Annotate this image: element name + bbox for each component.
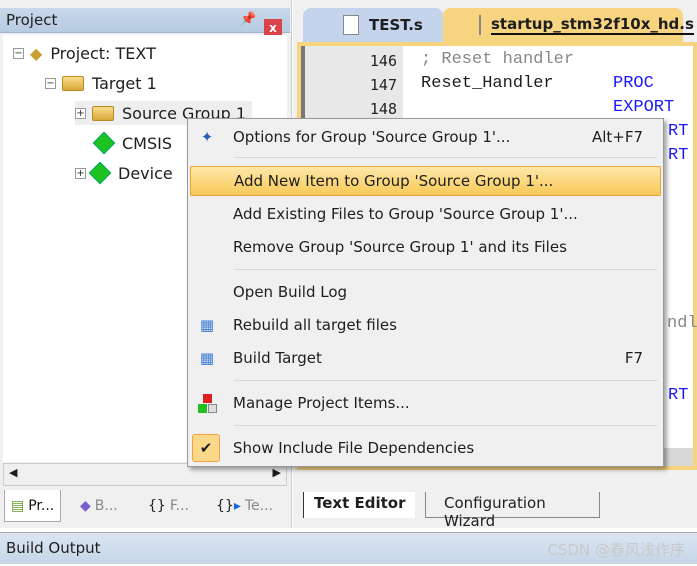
tab-text-editor[interactable]: Text Editor (303, 492, 416, 518)
scroll-right-icon[interactable]: ▶ (273, 466, 281, 479)
menu-item-add-new-item[interactable]: Add New Item to Group 'Source Group 1'..… (190, 166, 661, 196)
tree-node-device[interactable]: + Device (75, 161, 173, 185)
tree-label: Device (118, 163, 173, 183)
folder-icon (92, 105, 114, 121)
watermark: CSDN @春风浅作序 (547, 541, 685, 559)
collapse-icon[interactable]: − (13, 47, 24, 59)
menu-item-remove-group[interactable]: Remove Group 'Source Group 1' and its Fi… (190, 232, 661, 262)
menu-label: Rebuild all target files (233, 316, 397, 334)
menu-separator (234, 157, 657, 158)
manage-items-icon (196, 392, 218, 414)
menu-item-open-build-log[interactable]: Open Build Log (190, 277, 661, 307)
menu-item-build-target[interactable]: ▦ Build Target F7 (190, 343, 661, 373)
line-number: 147 (369, 76, 397, 94)
code-fragment: RT (668, 146, 689, 165)
rebuild-icon: ▦ (199, 316, 215, 334)
project-icon: ◆ (30, 43, 43, 63)
tab-label: Te... (244, 498, 273, 514)
file-icon (479, 15, 481, 35)
books-icon: ◆ (80, 498, 91, 514)
tab-label: TEST.s (369, 16, 423, 34)
tree-node-cmsis[interactable]: CMSIS (92, 131, 172, 155)
menu-item-manage-project-items[interactable]: Manage Project Items... (190, 388, 661, 418)
tree-label: CMSIS (122, 133, 173, 153)
menu-item-show-include-deps[interactable]: ✔ Show Include File Dependencies (190, 433, 661, 463)
collapse-icon[interactable]: − (45, 77, 56, 89)
expand-icon[interactable]: + (75, 107, 86, 119)
shortcut: Alt+F7 (591, 128, 643, 146)
code-comment: ; Reset handler (421, 50, 575, 69)
tab-label: B... (94, 498, 118, 514)
expand-icon[interactable]: + (75, 167, 86, 179)
tab-test-s[interactable]: TEST.s (303, 8, 443, 42)
menu-label: Show Include File Dependencies (233, 439, 475, 457)
component-icon (92, 131, 116, 155)
menu-separator (234, 380, 657, 381)
tab-functions[interactable]: {} F... (142, 490, 195, 522)
checkmark-icon: ✔ (192, 434, 220, 462)
tab-templates[interactable]: {}▸ Te... (210, 490, 279, 522)
project-tab-icon: ▤ (11, 497, 25, 514)
templates-icon: {}▸ (216, 498, 241, 514)
tab-label: startup_stm32f10x_hd.s (491, 15, 694, 35)
pin-icon[interactable]: 📌 (240, 12, 256, 27)
project-panel-tabs: ▤ Pr... ◆ B... {} F... {}▸ Te... (0, 490, 290, 524)
tree-node-project[interactable]: − ◆ Project: TEXT (13, 41, 156, 65)
code-label: Reset_Handler (421, 74, 554, 93)
panel-title: Project (6, 11, 58, 29)
menu-label: Add Existing Files to Group 'Source Grou… (233, 205, 578, 223)
menu-label: Build Target (233, 349, 322, 367)
menu-label: Options for Group 'Source Group 1'... (233, 128, 511, 146)
build-output-bar: Build Output CSDN @春风浅作序 (0, 532, 697, 564)
tab-books[interactable]: ◆ B... (74, 490, 124, 522)
code-fragment: RT (668, 122, 689, 141)
menu-separator (234, 269, 657, 270)
build-output-title: Build Output (6, 539, 101, 557)
tab-label: Pr... (28, 497, 55, 514)
component-icon (88, 161, 112, 185)
file-icon (343, 15, 359, 35)
menu-label: Open Build Log (233, 283, 348, 301)
line-number: 148 (369, 100, 397, 118)
context-menu: ✦ Options for Group 'Source Group 1'... Al… (187, 118, 664, 467)
tab-label: F... (169, 498, 189, 514)
scroll-left-icon[interactable]: ◀ (9, 466, 17, 479)
code-fragment: RT (668, 386, 689, 405)
code-keyword: EXPORT (613, 98, 675, 117)
menu-item-add-existing-files[interactable]: Add Existing Files to Group 'Source Grou… (190, 199, 661, 229)
code-keyword: PROC (613, 74, 654, 93)
line-number: 146 (369, 52, 397, 70)
project-panel-header: Project 📌 x (0, 8, 290, 37)
tree-label: Project: TEXT (50, 43, 156, 63)
magic-wand-icon: ✦ (200, 128, 214, 146)
shortcut: F7 (624, 349, 643, 367)
editor-tabs: TEST.s startup_stm32f10x_hd.s (293, 8, 697, 42)
functions-icon: {} (148, 498, 166, 514)
build-icon: ▦ (199, 349, 215, 367)
tree-node-target[interactable]: − Target 1 (45, 71, 157, 95)
target-folder-icon (62, 75, 84, 91)
tab-configuration-wizard[interactable]: Configuration Wizard (425, 492, 600, 530)
code-fragment: ndl (667, 314, 697, 333)
editor-bottom-tabs: Text Editor Configuration Wizard (297, 488, 697, 530)
menu-label: Manage Project Items... (233, 394, 410, 412)
tab-project[interactable]: ▤ Pr... (4, 490, 62, 522)
tree-label: Target 1 (92, 73, 157, 93)
menu-separator (234, 425, 657, 426)
menu-label: Remove Group 'Source Group 1' and its Fi… (233, 238, 567, 256)
menu-item-rebuild-all[interactable]: ▦ Rebuild all target files (190, 310, 661, 340)
menu-label: Add New Item to Group 'Source Group 1'..… (234, 172, 554, 190)
menu-item-options-for-group[interactable]: ✦ Options for Group 'Source Group 1'... Al… (190, 122, 661, 152)
tab-startup-file[interactable]: startup_stm32f10x_hd.s (443, 8, 694, 42)
